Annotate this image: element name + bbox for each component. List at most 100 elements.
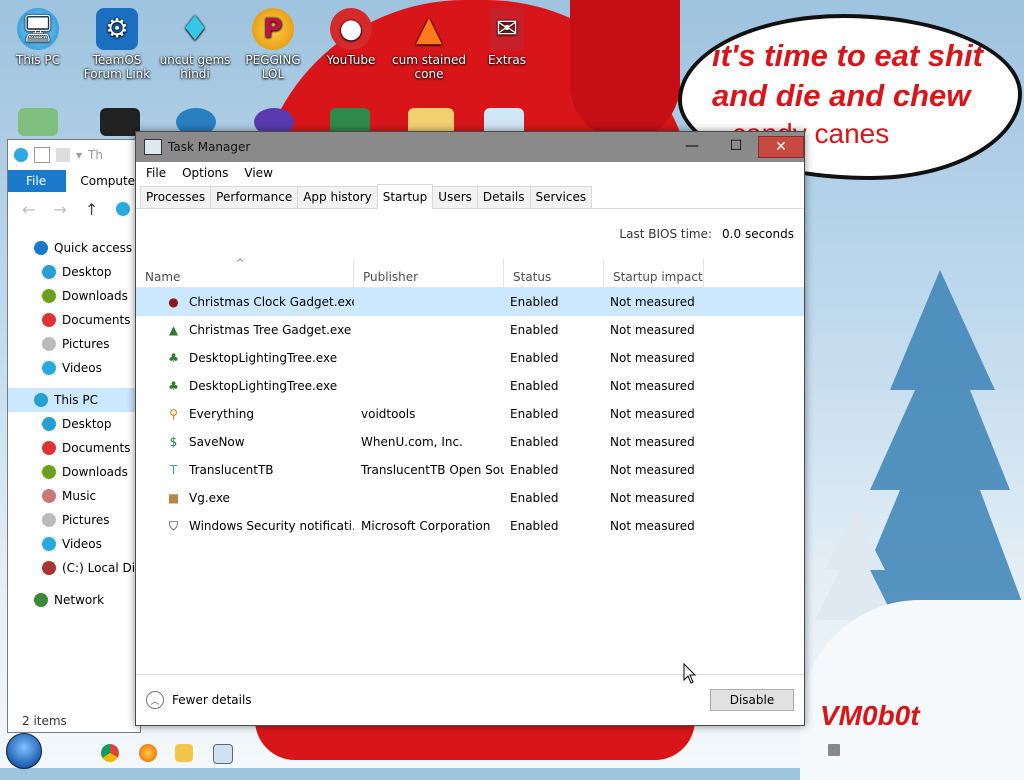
- cell-name: ♣ DesktopLightingTree.exe: [136, 351, 354, 366]
- back-arrow-icon[interactable]: ←: [22, 200, 35, 219]
- column-status[interactable]: Status: [504, 259, 604, 287]
- explorer-title: Th: [88, 148, 103, 162]
- close-button[interactable]: ✕: [758, 136, 804, 158]
- desktop-icon-this-pc[interactable]: 🖥 This PC: [0, 8, 76, 67]
- disable-button[interactable]: Disable: [710, 689, 794, 711]
- task-manager-icon: [144, 139, 162, 155]
- notification-icon[interactable]: [828, 744, 840, 756]
- table-row[interactable]: ▲ Christmas Tree Gadget.exe Enabled Not mea…: [136, 316, 804, 344]
- nav-item[interactable]: Pictures: [8, 332, 140, 356]
- nav-item[interactable]: Pictures: [8, 508, 140, 532]
- nav-item[interactable]: Downloads: [8, 284, 140, 308]
- tab-app-history[interactable]: App history: [297, 186, 378, 208]
- nav-item[interactable]: Downloads: [8, 460, 140, 484]
- task-manager-titlebar[interactable]: Task Manager — ☐ ✕: [136, 132, 804, 162]
- translucenttb-icon: T: [169, 463, 178, 477]
- tab-details[interactable]: Details: [476, 186, 531, 208]
- nav-item-label: Documents: [62, 313, 131, 327]
- tab-users[interactable]: Users: [432, 186, 478, 208]
- properties-icon[interactable]: [34, 147, 50, 163]
- desktop-icon-youtube[interactable]: ● YouTube: [313, 8, 389, 67]
- explorer-nav-bar: ← → ↑: [8, 192, 140, 226]
- column-name[interactable]: Name: [136, 259, 354, 287]
- nav-item-icon: [42, 337, 56, 351]
- cell-status: Enabled: [510, 435, 559, 449]
- desktop-icon-uncut-gems[interactable]: ♦ uncut gems hindi: [157, 8, 233, 81]
- table-row[interactable]: T TranslucentTB TranslucentTB Open Sou... E…: [136, 456, 804, 484]
- nav-item[interactable]: Music: [8, 484, 140, 508]
- new-folder-icon[interactable]: [56, 148, 70, 162]
- christmas-tree-icon: ♣: [168, 351, 179, 365]
- nav-item-icon: [42, 361, 56, 375]
- speech-line: and die and chew: [712, 78, 971, 113]
- fewer-details-label: Fewer details: [172, 693, 252, 707]
- cell-publisher: TranslucentTB Open Sou...: [361, 463, 504, 477]
- ribbon-computer-tab[interactable]: Computer: [66, 170, 140, 192]
- task-manager-icon[interactable]: [213, 744, 233, 764]
- nav-item[interactable]: Network: [8, 588, 140, 612]
- minimize-button[interactable]: —: [670, 136, 714, 156]
- shield-icon: ⛉: [168, 518, 178, 533]
- nav-item[interactable]: Desktop: [8, 260, 140, 284]
- nav-item[interactable]: This PC: [8, 388, 140, 412]
- nav-item-icon: [34, 393, 48, 407]
- table-row[interactable]: ⛉ Windows Security notificati... Microsoft…: [136, 512, 804, 540]
- fewer-details-link[interactable]: ︿ Fewer details: [146, 691, 252, 709]
- tab-processes[interactable]: Processes: [140, 186, 212, 208]
- file-explorer-window[interactable]: ▾ Th File Computer ← → ↑ Quick access Des…: [7, 139, 148, 733]
- table-row[interactable]: ♣ DesktopLightingTree.exe Enabled Not measu…: [136, 344, 804, 372]
- table-row[interactable]: ● Christmas Clock Gadget.exe Enabled Not me…: [136, 288, 804, 316]
- forward-arrow-icon[interactable]: →: [53, 200, 66, 219]
- status-bar-text: 2 items: [22, 714, 67, 728]
- table-row[interactable]: ♣ DesktopLightingTree.exe Enabled Not measu…: [136, 372, 804, 400]
- cell-name: ▲ Christmas Tree Gadget.exe: [136, 323, 354, 338]
- desktop-icon-partial[interactable]: [100, 108, 140, 136]
- tab-performance[interactable]: Performance: [210, 186, 299, 208]
- desktop-icon-extras[interactable]: ✉ Extras: [469, 8, 545, 67]
- table-row[interactable]: ■ Vg.exe Enabled Not measured: [136, 484, 804, 512]
- column-publisher[interactable]: Publisher: [354, 259, 504, 287]
- nav-item-icon: [42, 441, 56, 455]
- task-manager-window[interactable]: Task Manager — ☐ ✕ File Options View Pro…: [135, 131, 805, 726]
- nav-item[interactable]: (C:) Local Disk: [8, 556, 148, 580]
- tab-services[interactable]: Services: [529, 186, 593, 208]
- table-row[interactable]: ⚲ Everything voidtools Enabled Not measured: [136, 400, 804, 428]
- nav-item[interactable]: Desktop: [8, 412, 140, 436]
- navigation-pane: Quick access Desktop Downloads Documents Pic…: [8, 226, 148, 612]
- up-arrow-icon[interactable]: ↑: [85, 200, 98, 219]
- chrome-icon[interactable]: [101, 744, 119, 762]
- start-button[interactable]: [6, 733, 42, 769]
- column-startup-impact[interactable]: Startup impact: [604, 259, 704, 287]
- nav-item-label: Documents: [62, 441, 131, 455]
- gear-icon: ⚙: [96, 8, 138, 50]
- cell-startup-impact: Not measured: [610, 491, 695, 505]
- nav-item[interactable]: Videos: [8, 356, 140, 380]
- table-row[interactable]: $ SaveNow WhenU.com, Inc. Enabled Not measur…: [136, 428, 804, 456]
- desktop-icon-cone[interactable]: ▲ cum stained cone: [391, 8, 467, 81]
- dollar-icon: $: [169, 435, 178, 449]
- cell-name: ♣ DesktopLightingTree.exe: [136, 379, 354, 394]
- tab-strip: Processes Performance App history Startu…: [136, 184, 804, 209]
- menu-view[interactable]: View: [244, 166, 272, 180]
- desktop-icon-pegging[interactable]: P PEGGING LOL: [235, 8, 311, 81]
- desktop-icon-teamos[interactable]: ⚙ TeamOS Forum Link: [79, 8, 155, 81]
- ribbon-file-tab[interactable]: File: [8, 170, 67, 192]
- cell-startup-impact: Not measured: [610, 351, 695, 365]
- desktop-icon-partial[interactable]: [18, 108, 58, 136]
- nav-item[interactable]: Documents: [8, 436, 140, 460]
- tab-startup[interactable]: Startup: [376, 184, 434, 209]
- nav-item[interactable]: Documents: [8, 308, 140, 332]
- card-icon: ✉: [490, 8, 524, 50]
- nav-item[interactable]: Videos: [8, 532, 140, 556]
- nav-item-label: Videos: [62, 537, 102, 551]
- cell-name: ⛉ Windows Security notificati...: [136, 519, 354, 534]
- qat-dropdown-icon[interactable]: ▾: [76, 148, 82, 162]
- menu-options[interactable]: Options: [182, 166, 228, 180]
- firefox-icon[interactable]: [139, 744, 157, 762]
- explorer-titlebar[interactable]: ▾ Th: [8, 140, 140, 170]
- file-explorer-icon[interactable]: [175, 744, 193, 762]
- p-logo-icon: P: [252, 8, 294, 50]
- maximize-button[interactable]: ☐: [714, 136, 758, 156]
- nav-item[interactable]: Quick access: [8, 236, 140, 260]
- menu-file[interactable]: File: [146, 166, 166, 180]
